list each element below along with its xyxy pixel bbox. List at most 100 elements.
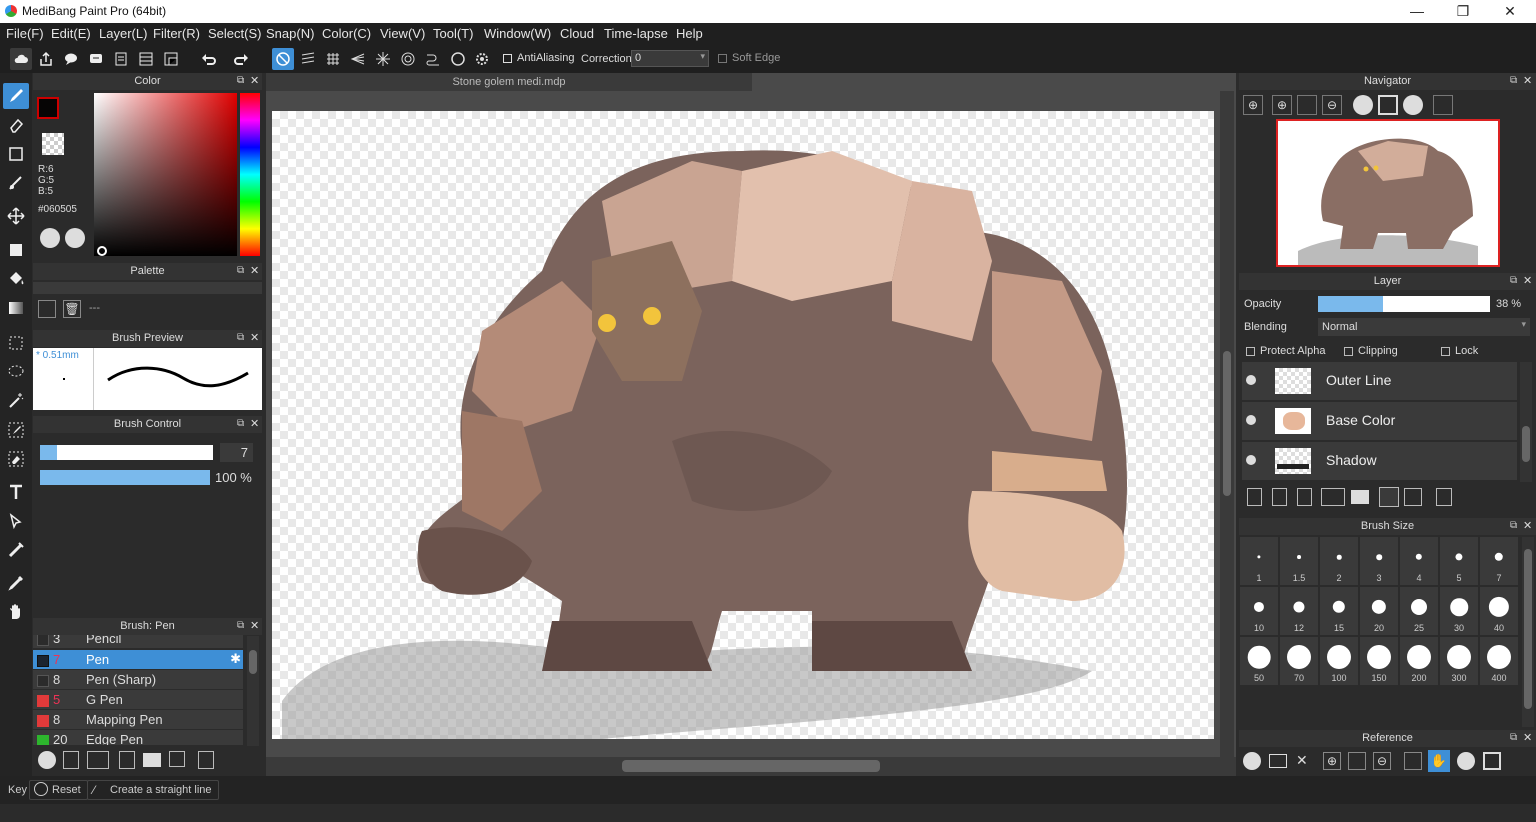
reset-view-icon[interactable] bbox=[1378, 95, 1398, 115]
brush-size-option[interactable]: 400 bbox=[1480, 637, 1518, 685]
brush-list-scroll-thumb[interactable] bbox=[249, 650, 257, 674]
brush-item-mapping-pen[interactable]: 8 Mapping Pen bbox=[33, 710, 243, 730]
brush-size-option[interactable]: 200 bbox=[1400, 637, 1438, 685]
rectangle-tool-icon[interactable] bbox=[3, 141, 29, 167]
redo-icon[interactable] bbox=[230, 48, 252, 70]
bucket-tool-icon[interactable] bbox=[3, 266, 29, 292]
panel-close-icon[interactable]: ✕ bbox=[250, 619, 259, 632]
snap-off-icon[interactable] bbox=[272, 48, 294, 70]
cloud-brush-icon[interactable] bbox=[38, 751, 56, 769]
eraser-tool-icon[interactable] bbox=[3, 112, 29, 138]
divide-tool-icon[interactable] bbox=[3, 537, 29, 563]
reference-zoom-out-icon[interactable]: ⊖ bbox=[1373, 752, 1391, 770]
grid-snap-icon[interactable] bbox=[322, 48, 344, 70]
rotate-left-icon[interactable] bbox=[1353, 95, 1373, 115]
reset-button[interactable]: Reset bbox=[29, 780, 88, 800]
add-brush-dropdown-icon[interactable] bbox=[87, 751, 109, 769]
eyedropper-tool-icon[interactable] bbox=[3, 570, 29, 596]
antialiasing-checkbox[interactable] bbox=[503, 54, 512, 63]
menu-view[interactable]: View(V) bbox=[380, 26, 425, 41]
gradient-tool-icon[interactable] bbox=[3, 295, 29, 321]
navigator-thumbnail[interactable] bbox=[1276, 119, 1500, 267]
brush-item-g-pen[interactable]: 5 G Pen bbox=[33, 690, 243, 710]
rotate-right-icon[interactable] bbox=[1403, 95, 1423, 115]
brush-size-option[interactable]: 40 bbox=[1480, 587, 1518, 635]
brush-item-pen-sharp[interactable]: 8 Pen (Sharp) bbox=[33, 670, 243, 690]
flip-horizontal-icon[interactable] bbox=[1433, 95, 1453, 115]
menu-help[interactable]: Help bbox=[676, 26, 703, 41]
brush-size-slider[interactable] bbox=[40, 445, 213, 460]
layer-opacity-slider[interactable] bbox=[1318, 296, 1490, 312]
maximize-button[interactable]: ❐ bbox=[1440, 0, 1486, 23]
select-eraser-tool-icon[interactable] bbox=[3, 446, 29, 472]
panels-icon[interactable] bbox=[135, 48, 157, 70]
palette-wheel-icon[interactable] bbox=[40, 228, 60, 248]
canvas-vertical-scrollbar[interactable] bbox=[1220, 91, 1234, 757]
fill-rect-tool-icon[interactable] bbox=[3, 237, 29, 263]
blending-select[interactable]: Normal ▾ bbox=[1318, 318, 1530, 336]
brush-size-option[interactable]: 12 bbox=[1280, 587, 1318, 635]
duplicate-layer-icon[interactable] bbox=[1379, 487, 1399, 507]
soft-edge-checkbox[interactable] bbox=[718, 54, 727, 63]
lasso-tool-icon[interactable] bbox=[3, 359, 29, 385]
lock-checkbox[interactable] bbox=[1441, 347, 1450, 356]
fit-window-icon[interactable] bbox=[1297, 95, 1317, 115]
visibility-eye-icon[interactable] bbox=[1246, 455, 1256, 465]
layer-row-shadow[interactable]: Shadow bbox=[1242, 442, 1517, 480]
menu-cloud[interactable]: Cloud bbox=[560, 26, 594, 41]
close-window-button[interactable]: ✕ bbox=[1487, 0, 1533, 23]
undo-icon[interactable] bbox=[198, 48, 220, 70]
brush-size-option[interactable]: 1.5 bbox=[1280, 537, 1318, 585]
brush-size-option[interactable]: 5 bbox=[1440, 537, 1478, 585]
panel-close-icon[interactable]: ✕ bbox=[250, 74, 259, 87]
reference-reset-view-icon[interactable] bbox=[1483, 752, 1501, 770]
panel-popout-icon[interactable]: ⧉ bbox=[1510, 275, 1517, 286]
cloud-icon[interactable] bbox=[10, 48, 32, 70]
zoom-out-icon[interactable]: ⊖ bbox=[1322, 95, 1342, 115]
brush-size-value[interactable]: 7 bbox=[220, 443, 253, 462]
move-tool-icon[interactable] bbox=[3, 203, 29, 229]
zoom-in-alt-icon[interactable]: ⊕ bbox=[1272, 95, 1292, 115]
reference-eyedropper-icon[interactable] bbox=[1404, 752, 1422, 770]
brush-settings-gear-icon[interactable]: ✱ bbox=[230, 651, 241, 667]
menu-filter[interactable]: Filter(R) bbox=[153, 26, 200, 41]
brush-size-option[interactable]: 25 bbox=[1400, 587, 1438, 635]
brush-size-option[interactable]: 4 bbox=[1400, 537, 1438, 585]
grid-toggle-icon[interactable] bbox=[160, 48, 182, 70]
menu-edit[interactable]: Edit(E) bbox=[51, 26, 91, 41]
merge-layer-icon[interactable] bbox=[1404, 488, 1422, 506]
ellipse-snap-icon[interactable] bbox=[447, 48, 469, 70]
brush-size-scrollbar[interactable] bbox=[1522, 537, 1534, 727]
brush-item-pen[interactable]: 7 Pen ✱ bbox=[33, 650, 243, 670]
brush-size-option[interactable]: 7 bbox=[1480, 537, 1518, 585]
panel-close-icon[interactable]: ✕ bbox=[1523, 274, 1532, 287]
reference-zoom-in-icon[interactable]: ⊕ bbox=[1323, 752, 1341, 770]
panel-popout-icon[interactable]: ⧉ bbox=[237, 265, 244, 276]
menu-select[interactable]: Select(S) bbox=[208, 26, 261, 41]
duplicate-brush-icon[interactable] bbox=[169, 751, 185, 767]
reference-close-icon[interactable]: ✕ bbox=[1296, 752, 1308, 769]
layer-list-scrollbar[interactable] bbox=[1520, 362, 1532, 482]
visibility-eye-icon[interactable] bbox=[1246, 375, 1256, 385]
brush-size-option[interactable]: 150 bbox=[1360, 637, 1398, 685]
page-icon[interactable] bbox=[110, 48, 132, 70]
select-tool-icon[interactable] bbox=[3, 330, 29, 356]
protect-alpha-checkbox[interactable] bbox=[1246, 347, 1255, 356]
add-layer-dropdown-icon[interactable] bbox=[1321, 488, 1345, 506]
sv-picker-handle[interactable] bbox=[97, 246, 107, 256]
panel-close-icon[interactable]: ✕ bbox=[250, 264, 259, 277]
new-palette-icon[interactable] bbox=[38, 300, 56, 318]
menu-tool[interactable]: Tool(T) bbox=[433, 26, 473, 41]
delete-brush-icon[interactable] bbox=[198, 751, 214, 769]
circle-snap-icon[interactable] bbox=[397, 48, 419, 70]
brush-opacity-slider[interactable] bbox=[40, 470, 210, 485]
palette-swatch-strip[interactable] bbox=[33, 282, 262, 294]
layer-folder-icon[interactable] bbox=[1351, 490, 1369, 504]
folder-icon[interactable] bbox=[143, 753, 161, 767]
brush-size-scroll-thumb[interactable] bbox=[1524, 549, 1532, 709]
brush-size-option[interactable]: 70 bbox=[1280, 637, 1318, 685]
select-pen-tool-icon[interactable] bbox=[3, 417, 29, 443]
menu-timelapse[interactable]: Time-lapse bbox=[604, 26, 668, 41]
panel-popout-icon[interactable]: ⧉ bbox=[237, 418, 244, 429]
layer-scroll-thumb[interactable] bbox=[1522, 426, 1530, 462]
